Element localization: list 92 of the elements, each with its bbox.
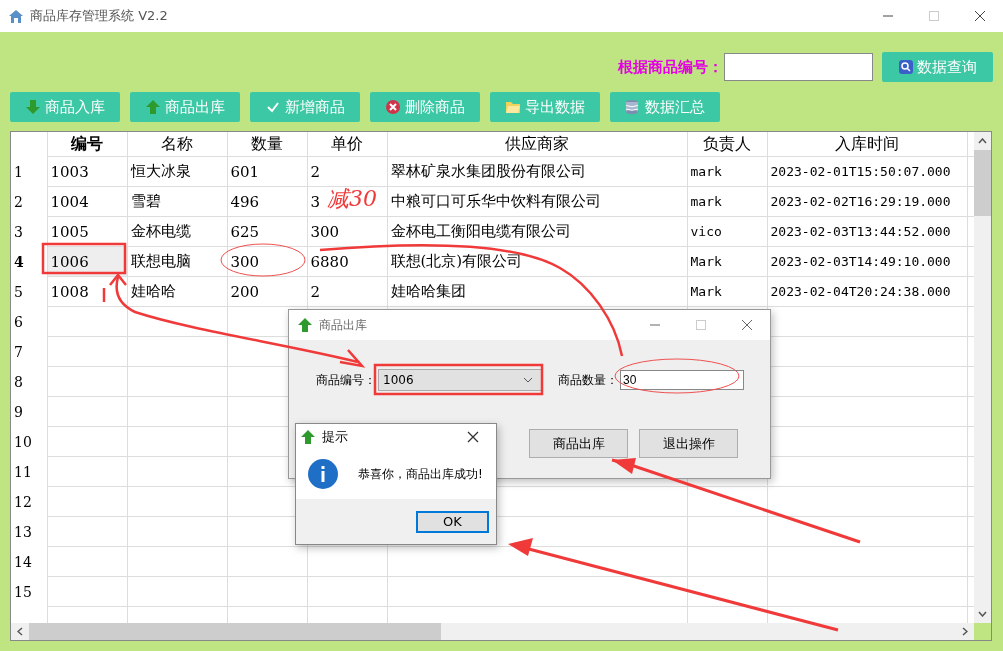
field-label: 商品编号：	[316, 371, 376, 389]
annotation-text: 减30	[327, 188, 377, 210]
table-cell: 200	[227, 276, 307, 307]
row-number: 15	[11, 576, 47, 607]
table-cell: vico	[687, 216, 767, 247]
row-number: 9	[11, 396, 47, 427]
maximize-icon[interactable]	[928, 10, 940, 22]
table-cell: 2023-02-04T20:24:38.000	[767, 276, 967, 307]
table-cell: 联想电脑	[127, 246, 227, 277]
column-header[interactable]: 负责人	[687, 132, 767, 157]
chevron-left-icon	[17, 627, 23, 636]
delete-icon	[385, 99, 401, 115]
row-number: 3	[11, 216, 47, 247]
close-icon[interactable]	[974, 10, 986, 22]
table-cell: 1003	[47, 156, 127, 187]
table-cell: 6880	[307, 246, 387, 277]
scroll-thumb[interactable]	[974, 150, 991, 216]
table-cell: 300	[227, 246, 307, 277]
arrow-up-icon	[145, 99, 161, 115]
table-cell: 翠林矿泉水集团股份有限公司	[387, 156, 687, 187]
column-header[interactable]: 单价	[307, 132, 387, 157]
dialog-title: 商品出库	[319, 316, 367, 334]
column-header[interactable]: 供应商家	[387, 132, 687, 157]
row-number: 14	[11, 546, 47, 577]
arrow-down-icon	[25, 99, 41, 115]
row-number: 10	[11, 426, 47, 457]
maximize-icon[interactable]	[695, 319, 707, 331]
row-number: 2	[11, 186, 47, 217]
table-cell: 1004	[47, 186, 127, 217]
chevron-up-icon	[978, 138, 987, 144]
table-cell: 496	[227, 186, 307, 217]
chevron-down-icon	[978, 611, 987, 617]
ok-button[interactable]: OK	[416, 510, 489, 533]
message-title: 提示	[322, 427, 348, 446]
database-icon	[625, 99, 641, 115]
table-cell: 1005	[47, 216, 127, 247]
scroll-thumb[interactable]	[29, 623, 441, 640]
table-cell: 恒大冰泉	[127, 156, 227, 187]
quantity-field[interactable]: 30	[620, 370, 744, 390]
dialog-button[interactable]: 商品出库	[529, 429, 628, 458]
table-cell: 2	[307, 276, 387, 307]
horizontal-scrollbar[interactable]	[11, 623, 991, 640]
row-number: 13	[11, 516, 47, 547]
row-number: 5	[11, 276, 47, 307]
row-number: 4	[11, 246, 47, 277]
table-cell: Mark	[687, 246, 767, 277]
table-cell: mark	[687, 156, 767, 187]
dialog-button[interactable]: 退出操作	[639, 429, 738, 458]
vertical-scrollbar[interactable]	[974, 132, 991, 623]
chevron-down-icon	[523, 377, 533, 383]
table-cell: 2023-02-03T14:49:10.000	[767, 246, 967, 277]
table-cell: 601	[227, 156, 307, 187]
message-text: 恭喜你，商品出库成功!	[358, 465, 483, 483]
table-cell: Mark	[687, 276, 767, 307]
table-cell: mark	[687, 186, 767, 217]
row-number: 11	[11, 456, 47, 487]
table-cell: 2	[307, 156, 387, 187]
table-cell: 1008	[47, 276, 127, 307]
table-cell: 娃哈哈	[127, 276, 227, 307]
arrow-up-icon	[300, 428, 316, 445]
row-number: 6	[11, 306, 47, 337]
window-title: 商品库存管理系统 V2.2	[30, 7, 168, 25]
table-cell: 金杯电缆	[127, 216, 227, 247]
row-number: 12	[11, 486, 47, 517]
table-cell: 2023-02-03T13:44:52.000	[767, 216, 967, 247]
info-icon	[308, 459, 338, 489]
row-number: 8	[11, 366, 47, 397]
row-number: 1	[11, 156, 47, 187]
column-header[interactable]: 入库时间	[767, 132, 967, 157]
folder-icon	[505, 99, 521, 115]
table-cell: 雪碧	[127, 186, 227, 217]
arrow-up-icon	[297, 317, 313, 333]
table-cell: 中粮可口可乐华中饮料有限公司	[387, 186, 687, 217]
close-icon[interactable]	[467, 430, 479, 443]
table-cell: 2023-02-02T16:29:19.000	[767, 186, 967, 217]
search-field[interactable]	[724, 53, 873, 81]
row-number: 7	[11, 336, 47, 367]
table-cell: 联想(北京)有限公司	[387, 246, 687, 277]
column-header[interactable]: 名称	[127, 132, 227, 157]
table-cell: 625	[227, 216, 307, 247]
product-id-dropdown[interactable]: 1006	[378, 369, 542, 391]
column-header[interactable]: 数量	[227, 132, 307, 157]
field-label: 商品数量：	[558, 371, 618, 389]
search-label: 根据商品编号：	[618, 57, 723, 77]
table-cell: 2023-02-01T15:50:07.000	[767, 156, 967, 187]
house-icon	[8, 8, 24, 24]
table-cell: 娃哈哈集团	[387, 276, 687, 307]
column-header[interactable]: 编号	[47, 132, 127, 157]
search-icon	[898, 60, 913, 74]
chevron-right-icon	[962, 627, 968, 636]
table-cell: 300	[307, 216, 387, 247]
close-icon[interactable]	[741, 319, 753, 331]
